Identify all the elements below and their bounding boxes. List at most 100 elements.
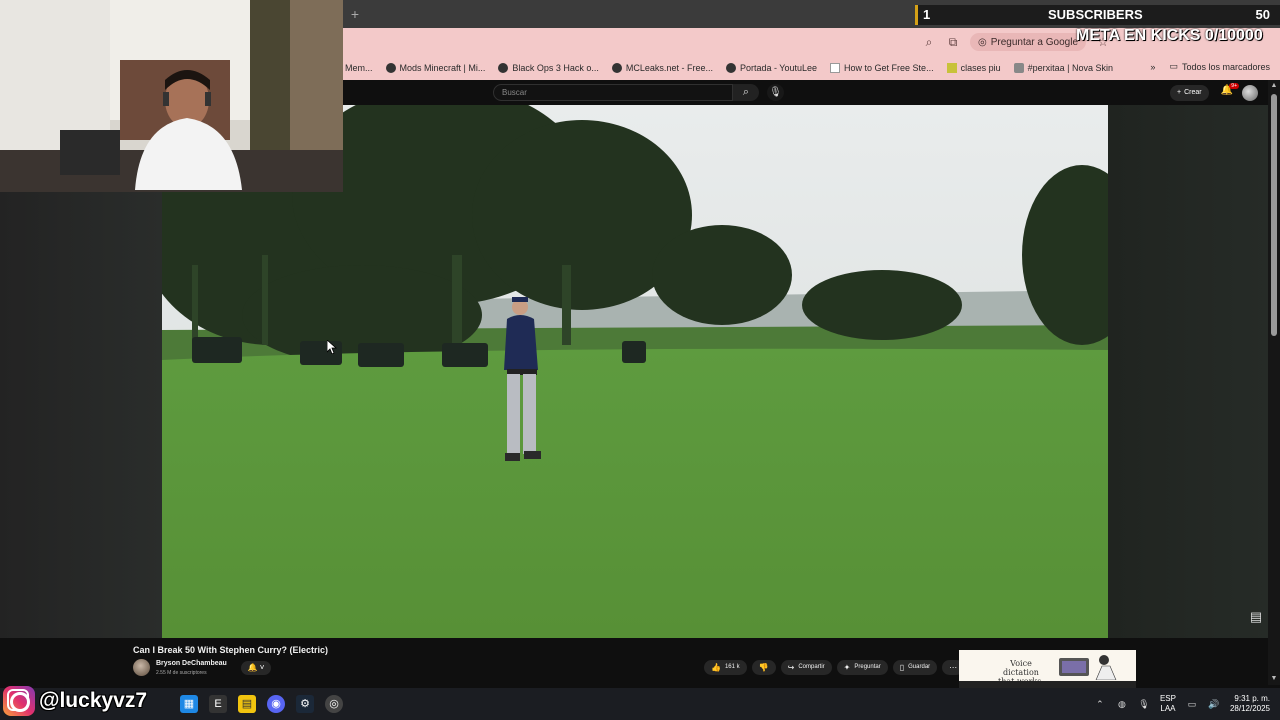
subscriber-counter: 1 SUBSCRIBERS 50 — [915, 5, 1280, 25]
ambient-panel-left — [0, 192, 162, 638]
screen: + ⌕ ⧉ ◎ Preguntar a Google ☆ Mem... Mods… — [0, 0, 1280, 720]
bookmark-label: MCLeaks.net - Free... — [625, 63, 713, 73]
webcam-feed — [0, 0, 343, 192]
save-label: Guardar — [908, 664, 931, 670]
ask-label: Preguntar — [854, 664, 881, 670]
channel-subscribers: 2.55 M de suscriptores — [156, 670, 207, 676]
create-button[interactable]: + Crear — [1170, 85, 1209, 101]
steam-icon[interactable]: ⚙ — [296, 695, 314, 713]
bookmark-label: Mem... — [345, 63, 373, 73]
more-bookmarks-icon[interactable]: » — [1150, 62, 1155, 72]
bookmark-item[interactable]: How to Get Free Ste... — [830, 63, 934, 73]
dislike-button[interactable]: 👎 — [751, 660, 776, 675]
bookmark-item[interactable]: #perxitaa | Nova Skin — [1013, 63, 1113, 73]
folder-icon: ▭ — [1169, 61, 1178, 71]
new-tab-icon[interactable]: + — [347, 6, 363, 22]
share-button[interactable]: ↪ Compartir — [780, 660, 832, 675]
share-icon: ↪ — [787, 663, 795, 672]
sticky-notes-icon[interactable]: ▤ — [238, 695, 256, 713]
bookmark-label: clases piu — [960, 63, 1001, 73]
instagram-icon — [3, 686, 35, 716]
epic-games-icon[interactable]: E — [209, 695, 227, 713]
zoom-icon[interactable]: ⌕ — [922, 35, 936, 49]
page-icon — [830, 63, 841, 73]
ad-banner[interactable]: Voice dictation that works. — [959, 650, 1136, 688]
tray-expand-icon[interactable]: ⌃ — [1094, 698, 1106, 710]
notifications-icon[interactable]: 🔔 9+ — [1219, 83, 1239, 101]
chapters-icon[interactable]: ▤ — [1247, 609, 1265, 625]
ambient-panel-right — [1108, 105, 1268, 638]
ask-google-button[interactable]: ◎ Preguntar a Google — [969, 33, 1086, 51]
globe-icon — [498, 63, 509, 73]
subscriber-count: 1 — [923, 7, 931, 22]
search-input[interactable]: Buscar — [493, 84, 733, 101]
ask-google-label: Preguntar a Google — [990, 36, 1078, 48]
channel-avatar[interactable] — [133, 659, 150, 676]
bookmark-item[interactable]: Mods Minecraft | Mi... — [385, 63, 486, 73]
bookmark-item[interactable]: Portada - YoutuLee — [725, 63, 818, 73]
all-bookmarks-label: Todos los marcadores — [1181, 61, 1270, 72]
ad-footer — [959, 681, 1136, 688]
bookmark-label: Black Ops 3 Hack o... — [512, 63, 599, 73]
language-line1: ESP — [1159, 694, 1176, 703]
clock[interactable]: 9:31 p. m. 28/12/2025 — [1230, 694, 1270, 714]
bookmark-label: Mods Minecraft | Mi... — [399, 63, 486, 73]
network-icon[interactable]: ▭ — [1186, 698, 1198, 710]
classroom-icon — [946, 63, 957, 73]
create-label: Crear — [1184, 89, 1202, 96]
bookmark-item[interactable]: MCLeaks.net - Free... — [611, 63, 713, 73]
clock-date: 28/12/2025 — [1229, 704, 1270, 713]
subscribed-bell-button[interactable]: 🔔 ˅ — [241, 661, 271, 675]
bookmark-icon: ▯ — [899, 663, 905, 672]
video-actions: 👍 161 k 👎 ↪ Compartir ✦ Preguntar ▯ Guar… — [704, 660, 965, 675]
bookmark-item[interactable]: clases piu — [946, 63, 1001, 73]
like-button[interactable]: 👍 161 k — [704, 660, 747, 675]
store-icon[interactable]: ▦ — [180, 695, 198, 713]
notifications-badge: 9+ — [1229, 83, 1239, 89]
search-icon[interactable]: ⌕ — [733, 84, 759, 101]
ask-button[interactable]: ✦ Preguntar — [836, 660, 888, 675]
volume-icon[interactable]: 🔊 — [1208, 698, 1220, 710]
all-bookmarks-button[interactable]: ▭ Todos los marcadores — [1169, 61, 1270, 72]
kicks-goal-text: META EN KICKS 0/10000 — [1076, 27, 1263, 44]
video-info: Can I Break 50 With Stephen Curry? (Elec… — [0, 638, 1268, 688]
share-label: Compartir — [798, 664, 825, 670]
scroll-down-icon[interactable]: ▼ — [1270, 675, 1278, 683]
instagram-handle: @luckyvz7 — [39, 689, 148, 712]
taskbar-apps: ▦ E ▤ ◉ ⚙ ◎ — [180, 695, 343, 713]
video-title: Can I Break 50 With Stephen Curry? (Elec… — [133, 645, 328, 655]
bookmarks-bar: Mem... Mods Minecraft | Mi... Black Ops … — [343, 56, 1280, 80]
bookmark-label: How to Get Free Ste... — [844, 63, 934, 73]
sparkle-icon: ✦ — [843, 663, 851, 672]
globe-icon — [385, 63, 396, 73]
language-indicator[interactable]: ESP LAA — [1160, 694, 1176, 714]
page-scrollbar[interactable]: ▲ ▼ — [1268, 80, 1280, 685]
bookmark-label: #perxitaa | Nova Skin — [1027, 63, 1113, 73]
ad-text-line1: Voice dictation — [1003, 659, 1039, 677]
bookmark-label: Portada - YoutuLee — [739, 63, 818, 73]
instagram-watermark: @luckyvz7 — [3, 686, 147, 716]
thumbs-down-icon: 👎 — [758, 663, 769, 672]
globe-icon — [611, 63, 622, 73]
webcam-overlay — [0, 0, 343, 192]
save-button[interactable]: ▯ Guardar — [892, 660, 938, 675]
language-line2: LAA — [1160, 704, 1176, 713]
plus-icon: + — [1177, 89, 1182, 96]
bookmarks-right: » ▭ Todos los marcadores — [1150, 61, 1270, 72]
tray-app-icon[interactable]: ◍ — [1116, 698, 1128, 710]
microphone-tray-icon[interactable]: 🎙 — [1138, 698, 1150, 710]
channel-name[interactable]: Bryson DeChambeau — [156, 660, 227, 667]
scroll-up-icon[interactable]: ▲ — [1270, 82, 1278, 90]
microphone-icon[interactable]: 🎙 — [767, 84, 784, 101]
mouse-cursor-icon — [327, 340, 337, 354]
bookmark-item[interactable]: Black Ops 3 Hack o... — [498, 63, 599, 73]
scrollbar-thumb[interactable] — [1271, 94, 1277, 336]
ad-illustration — [1059, 655, 1117, 680]
discord-icon[interactable]: ◉ — [267, 695, 285, 713]
chrome-icon[interactable]: ◎ — [325, 695, 343, 713]
bookmark-item[interactable]: Mem... — [345, 63, 373, 73]
system-tray: ⌃ ◍ 🎙 ESP LAA ▭ 🔊 9:31 p. m. 28/12/2025 — [1094, 688, 1280, 720]
like-count: 161 k — [724, 664, 740, 670]
cast-icon[interactable]: ⧉ — [946, 35, 960, 49]
account-avatar[interactable] — [1242, 85, 1258, 101]
